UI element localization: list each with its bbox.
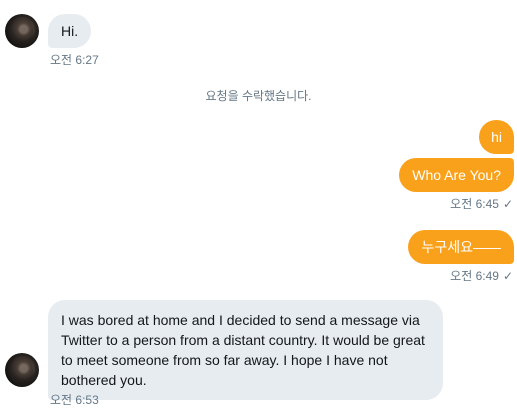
incoming-message: Hi. xyxy=(48,14,92,48)
outgoing-message: Who Are You? xyxy=(399,158,514,192)
sender-avatar[interactable] xyxy=(5,353,39,387)
message-text: Who Are You? xyxy=(412,167,501,183)
message-timestamp: 오전 6:53 xyxy=(50,391,99,408)
message-text: Hi. xyxy=(61,23,79,39)
timestamp-text: 오전 6:45 xyxy=(450,197,499,211)
message-text: 누구세요—— xyxy=(421,239,501,255)
outgoing-message: hi xyxy=(479,120,514,154)
request-accepted-notice: 요청을 수락했습니다. xyxy=(205,89,312,103)
message-text: I was bored at home and I decided to sen… xyxy=(61,312,425,388)
message-timestamp: 오전 6:45 ✓ xyxy=(450,195,513,212)
message-timestamp: 오전 6:27 xyxy=(50,51,99,68)
message-timestamp: 오전 6:49 ✓ xyxy=(450,267,513,284)
incoming-message: I was bored at home and I decided to sen… xyxy=(48,300,443,400)
outgoing-message: 누구세요—— xyxy=(408,230,514,264)
timestamp-text: 오전 6:27 xyxy=(50,53,99,67)
timestamp-text: 오전 6:49 xyxy=(450,269,499,283)
timestamp-text: 오전 6:53 xyxy=(50,393,99,407)
sender-avatar[interactable] xyxy=(5,14,39,48)
sent-check-icon: ✓ xyxy=(502,197,513,211)
message-text: hi xyxy=(491,129,502,145)
sent-check-icon: ✓ xyxy=(502,269,513,283)
